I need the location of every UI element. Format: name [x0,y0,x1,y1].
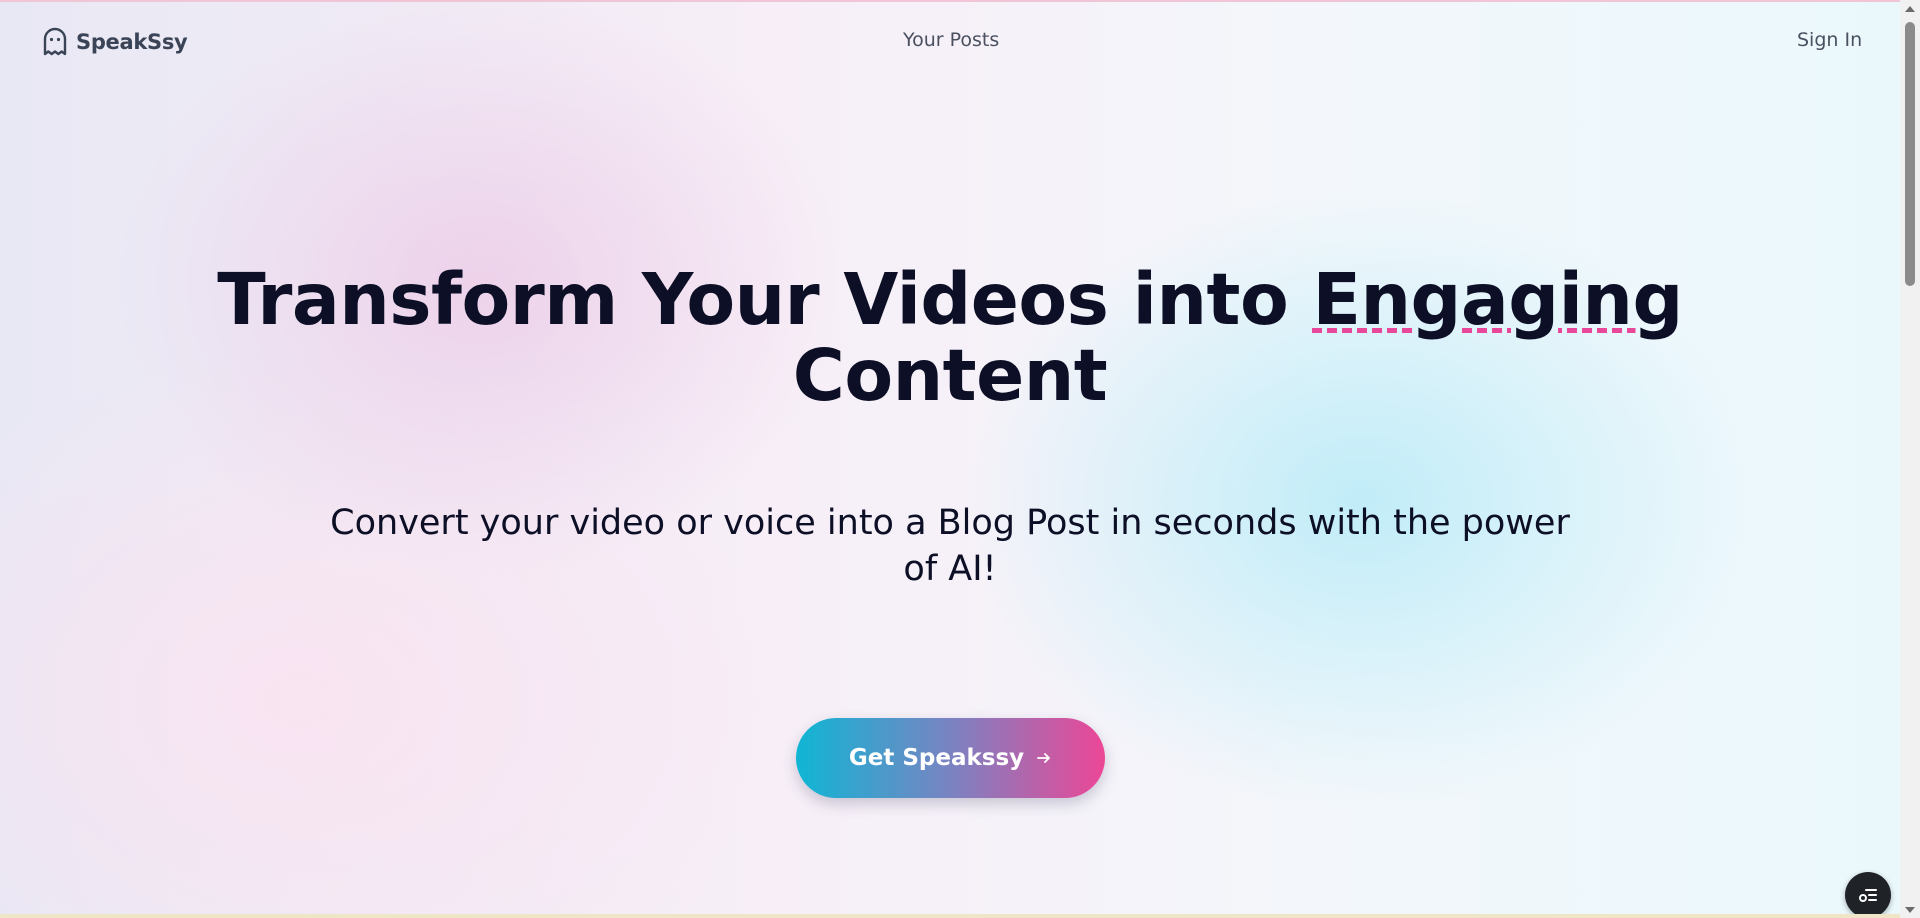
scroll-up-arrow-icon[interactable] [1900,0,1920,17]
scrollbar-thumb[interactable] [1905,22,1915,286]
toggle-list-icon [1859,889,1877,902]
brand-logo[interactable]: SpeakSsy [42,27,188,57]
sign-in-link[interactable]: Sign In [1797,29,1862,51]
cta-label: Get Speakssy [848,745,1025,771]
hero-title-line2: Content [792,334,1108,417]
ghost-icon [43,27,67,56]
hero-title-prefix: Transform Your Videos into [217,258,1313,341]
top-divider [0,0,1900,2]
arrow-right-icon [1037,753,1051,763]
page-background: SpeakSsy Your Posts Sign In Transform Yo… [0,0,1900,918]
brand-name: SpeakSsy [76,30,188,54]
hero-title: Transform Your Videos into Engaging Conte… [200,262,1700,414]
nav-your-posts-link[interactable]: Your Posts [903,29,999,51]
scroll-down-arrow-icon[interactable] [1900,901,1920,918]
get-speakssy-button[interactable]: Get Speakssy [796,718,1105,798]
floating-toggle-button[interactable] [1845,872,1891,918]
hero-subtitle: Convert your video or voice into a Blog … [330,503,1570,589]
bottom-divider [0,914,1900,918]
hero-title-highlight: Engaging [1312,258,1683,341]
vertical-scrollbar[interactable] [1900,0,1920,918]
